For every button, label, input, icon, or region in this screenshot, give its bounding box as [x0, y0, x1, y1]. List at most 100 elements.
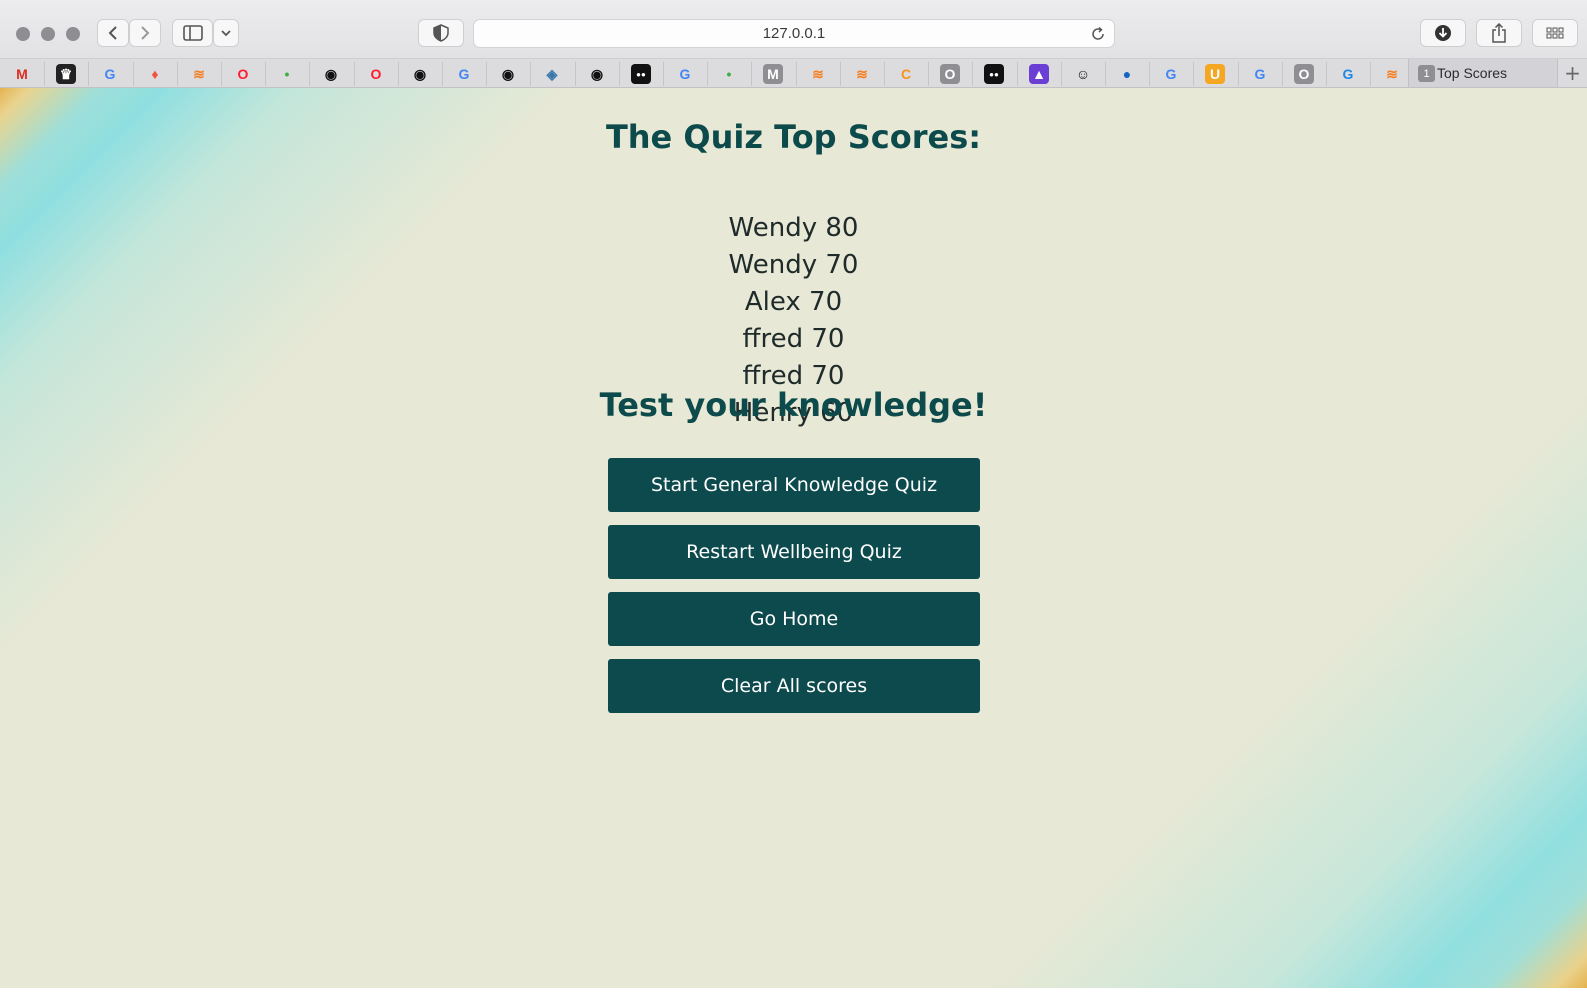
- score-item: Alex 70: [744, 287, 843, 317]
- bookmark-separator: [840, 62, 841, 86]
- bookmark-separator: [309, 62, 310, 86]
- laravel-icon[interactable]: ♦: [145, 64, 165, 84]
- o-letter-icon[interactable]: O: [1294, 64, 1314, 84]
- stackoverflow-icon[interactable]: ≋: [808, 64, 828, 84]
- restart-wellbeing-quiz-button[interactable]: Restart Wellbeing Quiz: [608, 525, 980, 579]
- python-icon[interactable]: ◈: [542, 64, 562, 84]
- bookmark-separator: [1017, 62, 1018, 86]
- chevron-right-icon: [141, 26, 150, 40]
- rocket-icon[interactable]: ▲: [1029, 64, 1049, 84]
- bookmark-separator: [663, 62, 664, 86]
- bookmark-separator: [265, 62, 266, 86]
- bookmark-separator: [575, 62, 576, 86]
- chevron-down-icon: [221, 30, 231, 37]
- privacy-report-button[interactable]: [418, 19, 464, 47]
- tab-count-badge: 1: [1418, 65, 1435, 82]
- address-bar[interactable]: 127.0.0.1: [473, 19, 1115, 48]
- sidebar-toggle-button[interactable]: [172, 19, 213, 47]
- opera-icon[interactable]: O: [366, 64, 386, 84]
- quiz-heading: Test your knowledge!: [599, 386, 988, 424]
- score-item: ffred 70: [742, 324, 845, 354]
- forward-button[interactable]: [129, 19, 161, 47]
- bookmark-separator: [133, 62, 134, 86]
- share-button[interactable]: [1476, 19, 1522, 47]
- download-icon: [1435, 25, 1451, 41]
- github-icon[interactable]: ◉: [587, 64, 607, 84]
- github-icon[interactable]: ◉: [410, 64, 430, 84]
- medium-icon[interactable]: ●●: [631, 64, 651, 84]
- bookmark-separator: [486, 62, 487, 86]
- google-icon[interactable]: G: [1250, 64, 1270, 84]
- google-icon[interactable]: G: [675, 64, 695, 84]
- github-icon[interactable]: ◉: [321, 64, 341, 84]
- go-home-button[interactable]: Go Home: [608, 592, 980, 646]
- score-item: Wendy 70: [728, 250, 859, 280]
- bookmark-separator: [88, 62, 89, 86]
- bookmark-separator: [1105, 62, 1106, 86]
- bookmarks-bar: M ♛ G ♦ ≋ O • ◉ O ◉ G ◉ ◈ ◉ ●● G • M ≋ ≋ C O ●● ▲ ☺ ● G U G O G ≋ 1 Top…: [0, 58, 1587, 88]
- bookmark-separator: [1149, 62, 1150, 86]
- stackoverflow-icon[interactable]: ≋: [852, 64, 872, 84]
- m-letter-icon[interactable]: M: [763, 64, 783, 84]
- bookmark-separator: [928, 62, 929, 86]
- bookmark-separator: [398, 62, 399, 86]
- sidebar-menu-button[interactable]: [213, 19, 239, 47]
- google-icon[interactable]: G: [100, 64, 120, 84]
- smiley-icon[interactable]: ☺: [1073, 64, 1093, 84]
- stackoverflow-icon[interactable]: ≋: [189, 64, 209, 84]
- browser-toolbar: 127.0.0.1: [0, 0, 1587, 58]
- orange-c-icon[interactable]: C: [896, 64, 916, 84]
- reload-icon[interactable]: [1088, 24, 1108, 44]
- browser-window: 127.0.0.1 M ♛ G ♦ ≋ O • ◉ O ◉ G ◉ ◈ ◉ ●● G • M ≋ ≋ C O ●● ▲ ☺ ● G U…: [0, 0, 1587, 1000]
- minimize-window-button[interactable]: [41, 27, 55, 41]
- share-icon: [1492, 23, 1506, 43]
- sidebar-icon: [182, 25, 203, 41]
- gmail-icon[interactable]: M: [12, 64, 32, 84]
- tab-title: Top Scores: [1437, 65, 1508, 81]
- window-bottom-edge: [0, 988, 1587, 1000]
- grid-icon: [1546, 27, 1564, 39]
- crown-app-icon[interactable]: ♛: [56, 64, 76, 84]
- stackoverflow-icon[interactable]: ≋: [1382, 64, 1402, 84]
- bookmark-separator: [442, 62, 443, 86]
- shield-icon: [433, 24, 449, 42]
- bookmark-separator: [751, 62, 752, 86]
- udemy-icon[interactable]: U: [1205, 64, 1225, 84]
- bookmark-separator: [707, 62, 708, 86]
- bookmark-separator: [44, 62, 45, 86]
- bookmark-separator: [972, 62, 973, 86]
- bookmark-separator: [1061, 62, 1062, 86]
- o-letter-icon[interactable]: O: [940, 64, 960, 84]
- downloads-button[interactable]: [1420, 19, 1466, 47]
- bookmark-separator: [221, 62, 222, 86]
- bookmark-separator: [1193, 62, 1194, 86]
- close-window-button[interactable]: [16, 27, 30, 41]
- github-icon[interactable]: ◉: [498, 64, 518, 84]
- zoom-window-button[interactable]: [66, 27, 80, 41]
- tab-overview-button[interactable]: [1532, 19, 1578, 47]
- bookmark-separator: [1326, 62, 1327, 86]
- chevron-left-icon: [108, 26, 117, 40]
- opera-icon[interactable]: O: [233, 64, 253, 84]
- google-icon[interactable]: G: [454, 64, 474, 84]
- bookmark-separator: [884, 62, 885, 86]
- bookmark-separator: [1370, 62, 1371, 86]
- score-item: Wendy 80: [728, 213, 859, 243]
- start-general-knowledge-quiz-button[interactable]: Start General Knowledge Quiz: [608, 458, 980, 512]
- medium-icon[interactable]: ●●: [984, 64, 1004, 84]
- google-icon[interactable]: G: [1161, 64, 1181, 84]
- clear-all-scores-button[interactable]: Clear All scores: [608, 659, 980, 713]
- green-leaf-icon[interactable]: •: [719, 64, 739, 84]
- back-button[interactable]: [97, 19, 129, 47]
- bookmark-separator: [354, 62, 355, 86]
- tab-top-scores[interactable]: 1 Top Scores: [1408, 59, 1558, 87]
- bookmark-separator: [1238, 62, 1239, 86]
- address-url: 127.0.0.1: [762, 25, 826, 42]
- new-tab-button[interactable]: +: [1558, 59, 1587, 87]
- green-leaf-icon[interactable]: •: [277, 64, 297, 84]
- bookmark-separator: [619, 62, 620, 86]
- page-title: The Quiz Top Scores:: [605, 118, 982, 156]
- blue-swirl-icon[interactable]: G: [1338, 64, 1358, 84]
- bookmark-separator: [1282, 62, 1283, 86]
- blue-circle-icon[interactable]: ●: [1117, 64, 1137, 84]
